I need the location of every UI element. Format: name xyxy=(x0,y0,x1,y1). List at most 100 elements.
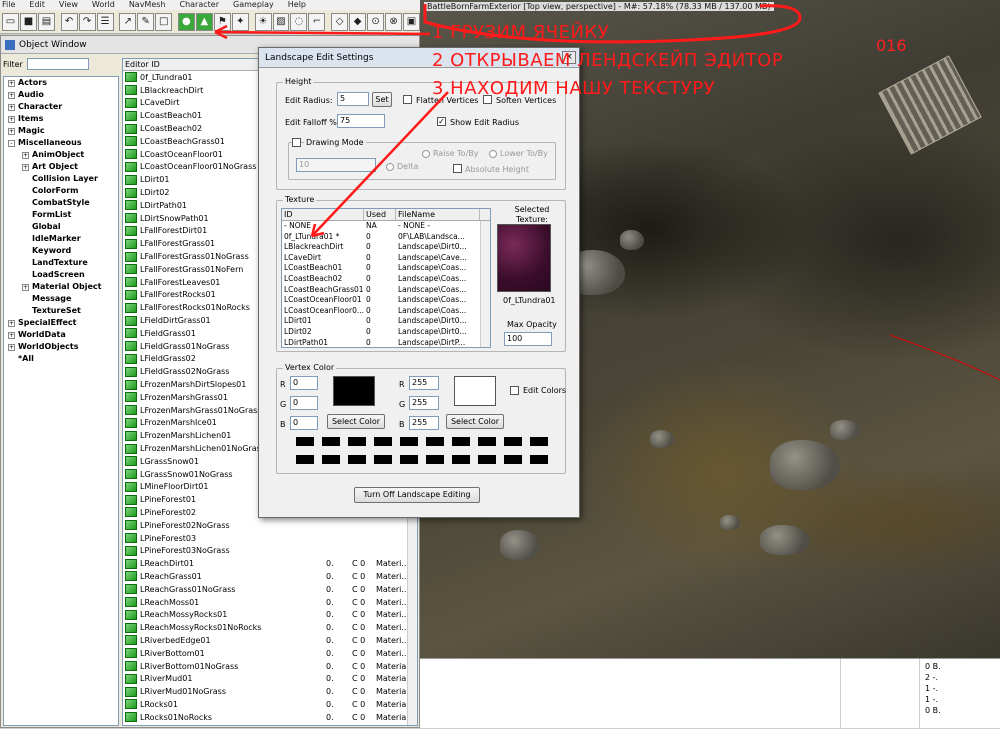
cube-icon[interactable]: ◇ xyxy=(331,12,349,31)
tree-node[interactable]: + Magic xyxy=(4,125,118,137)
redo-icon[interactable]: ↷ xyxy=(78,12,96,31)
set-button[interactable]: Set xyxy=(372,92,392,107)
color-preset-swatch[interactable] xyxy=(374,437,392,446)
show-radius-checkbox[interactable]: ✓ xyxy=(437,117,446,126)
color-preset-swatch[interactable] xyxy=(530,437,548,446)
color-preset-swatch[interactable] xyxy=(296,455,314,464)
menu-gameplay[interactable]: Gameplay xyxy=(233,0,274,10)
bones-icon[interactable]: ↗ xyxy=(119,12,137,31)
circle2-icon[interactable]: ⊗ xyxy=(385,12,403,31)
edit-radius-input[interactable]: 5 xyxy=(337,92,369,106)
color-preset-swatch[interactable] xyxy=(530,455,548,464)
undo-icon[interactable]: ↶ xyxy=(60,12,78,31)
raise-radio[interactable] xyxy=(422,150,430,158)
list-item[interactable]: LReachMossyRocks01 0. C 0 Materi... xyxy=(123,608,417,621)
color-preset-swatch[interactable] xyxy=(374,455,392,464)
list-item[interactable]: LRiverMud01NoGrass 0. C 0 Material... xyxy=(123,685,417,698)
tree-node[interactable]: CombatStyle xyxy=(4,197,118,209)
graph-icon[interactable]: ⌐ xyxy=(308,12,326,31)
color-preset-swatch[interactable] xyxy=(400,437,418,446)
list-item[interactable]: LRocks01NoRocks 0. C 0 Material... xyxy=(123,711,417,724)
box-icon[interactable]: ▣ xyxy=(403,12,420,31)
save-icon[interactable]: ■ xyxy=(19,12,37,31)
texture-table-scrollbar[interactable] xyxy=(480,221,490,347)
color-preset-swatch[interactable] xyxy=(426,455,444,464)
tree-node[interactable]: Global xyxy=(4,221,118,233)
vertex-icon[interactable]: ✦ xyxy=(231,12,249,31)
bottom-list-item[interactable]: 1 -. xyxy=(925,683,965,694)
tree-expander-icon[interactable]: + xyxy=(22,163,29,171)
color-preset-swatch[interactable] xyxy=(504,437,522,446)
lighting-icon[interactable]: ☀ xyxy=(254,12,272,31)
landscape-edit-icon[interactable]: ▲ xyxy=(195,12,213,31)
color-preset-swatch[interactable] xyxy=(348,437,366,446)
tree-node[interactable]: - Miscellaneous xyxy=(4,137,118,149)
tree-node[interactable]: LoadScreen xyxy=(4,269,118,281)
save-all-icon[interactable]: ▤ xyxy=(37,12,55,31)
color-preset-swatch[interactable] xyxy=(426,437,444,446)
texture-row[interactable]: LCoastBeach02 0 Landscape\Coas... xyxy=(282,274,490,285)
list-item[interactable]: LPineForest02NoGrass xyxy=(123,519,417,532)
menu-world[interactable]: World xyxy=(92,0,115,10)
list-item[interactable]: LRiverBottom01 0. C 0 Materi... xyxy=(123,647,417,660)
falloff-input[interactable]: 75 xyxy=(337,114,385,128)
select-color-button-2[interactable]: Select Color xyxy=(446,414,504,429)
list-item[interactable]: LReachMossyRocks01NoRocks 0. C 0 Materi... xyxy=(123,621,417,634)
tree-node[interactable]: *All xyxy=(4,353,118,365)
color-preset-swatch[interactable] xyxy=(322,455,340,464)
list-item[interactable]: LReachMoss01 0. C 0 Materi... xyxy=(123,596,417,609)
tree-node[interactable]: TextureSet xyxy=(4,305,118,317)
color-preset-swatch[interactable] xyxy=(452,455,470,464)
texture-row[interactable]: LCaveDirt 0 Landscape\Cave... xyxy=(282,253,490,264)
tree-node[interactable]: + Character xyxy=(4,101,118,113)
flatten-checkbox[interactable] xyxy=(403,95,412,104)
menu-character[interactable]: Character xyxy=(180,0,220,10)
g-input-2[interactable]: 255 xyxy=(409,396,439,410)
preferences-icon[interactable]: ☰ xyxy=(96,12,114,31)
texture-row[interactable]: LDirt02 0 Landscape\Dirt0... xyxy=(282,327,490,338)
color-preset-swatch[interactable] xyxy=(348,455,366,464)
texture-row[interactable]: LCoastOceanFloor01 0 Landscape\Coas... xyxy=(282,295,490,306)
filter-input[interactable] xyxy=(26,58,89,70)
tree-expander-icon[interactable]: + xyxy=(22,283,29,291)
list-item[interactable]: LPineForest03 xyxy=(123,532,417,545)
tree-node[interactable]: + WorldData xyxy=(4,329,118,341)
menu-view[interactable]: View xyxy=(59,0,78,10)
bottom-list-item[interactable]: 2 -. xyxy=(925,672,965,683)
b-input-2[interactable]: 255 xyxy=(409,416,439,430)
texture-table[interactable]: ID Used FileName - NONE - NA - NONE -0f_LT… xyxy=(281,208,491,348)
tree-expander-icon[interactable]: + xyxy=(8,331,15,339)
texture-row[interactable]: LCoastBeachGrass01 0 Landscape\Coas... xyxy=(282,285,490,296)
select-color-button-1[interactable]: Select Color xyxy=(327,414,385,429)
category-tree[interactable]: + Actors + Audio + Character + Items + Magic - Misc… xyxy=(3,76,119,726)
snap-icon[interactable]: ✎ xyxy=(137,12,155,31)
texture-row[interactable]: - NONE - NA - NONE - xyxy=(282,221,490,232)
tree-expander-icon[interactable]: + xyxy=(8,319,15,327)
delta-radio[interactable] xyxy=(386,163,394,171)
drawing-mode-checkbox[interactable] xyxy=(292,138,301,147)
tree-expander-icon[interactable]: + xyxy=(8,103,15,111)
tree-expander-icon[interactable]: + xyxy=(8,91,15,99)
list-item[interactable]: LReachGrass01 0. C 0 Materi... xyxy=(123,570,417,583)
cube2-icon[interactable]: ◆ xyxy=(349,12,367,31)
tree-node[interactable]: + Items xyxy=(4,113,118,125)
list-item[interactable]: LRiverMud01 0. C 0 Material... xyxy=(123,672,417,685)
color-preset-swatch[interactable] xyxy=(478,437,496,446)
tree-expander-icon[interactable]: + xyxy=(8,79,15,87)
tree-expander-icon[interactable]: + xyxy=(8,115,15,123)
color-preset-swatch[interactable] xyxy=(478,455,496,464)
circle-icon[interactable]: ⊙ xyxy=(367,12,385,31)
texture-row[interactable]: LDirtPath01 0 Landscape\DirtP... xyxy=(282,338,490,347)
tree-node[interactable]: LandTexture xyxy=(4,257,118,269)
tree-expander-icon[interactable]: + xyxy=(22,151,29,159)
list-item[interactable]: LReachGrass01NoGrass 0. C 0 Materi... xyxy=(123,583,417,596)
lower-radio[interactable] xyxy=(489,150,497,158)
r-input-2[interactable]: 255 xyxy=(409,376,439,390)
menu-edit[interactable]: Edit xyxy=(29,0,45,10)
list-item[interactable]: LRocks01 0. C 0 Material... xyxy=(123,698,417,711)
tex-col-used[interactable]: Used xyxy=(364,209,396,220)
list-item[interactable]: LRiverBottom01NoGrass 0. C 0 Material... xyxy=(123,660,417,673)
tree-node[interactable]: + Art Object xyxy=(4,161,118,173)
texture-row[interactable]: LCoastOceanFloor0... 0 Landscape\Coas... xyxy=(282,306,490,317)
tree-node[interactable]: + SpecialEffect xyxy=(4,317,118,329)
